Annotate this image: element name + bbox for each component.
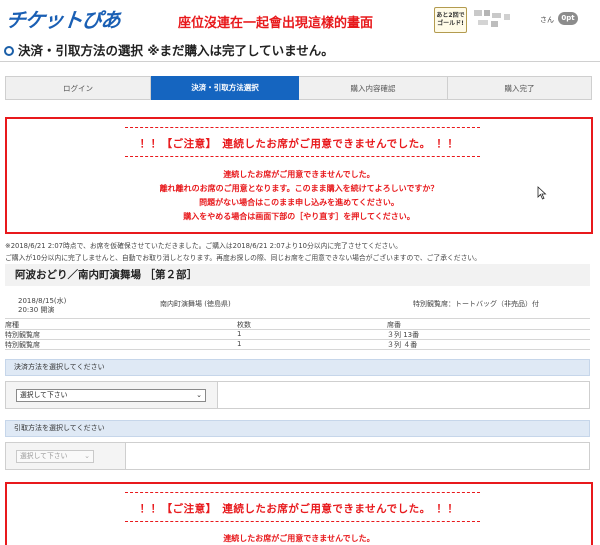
chevron-down-icon: ⌄ [84, 452, 90, 460]
warning-dash-top [125, 492, 480, 493]
step-confirm: 購入内容確認 [299, 76, 447, 100]
step-payment-method: 決済・引取方法選択 [151, 76, 299, 100]
warning-line: 連続したお席がご用意できませんでした。 [223, 534, 375, 543]
payment-method-select[interactable]: 選択して下さい ⌄ [16, 389, 206, 402]
warning-line: 連続したお席がご用意できませんでした。 [223, 170, 375, 179]
gold-button-line-2: ゴールド! [437, 20, 464, 27]
warning-line: 離れ離れのお席のご用意となります。このまま購入を続けてよろしいですか？ [159, 184, 439, 193]
warning-heading: ！！【ご注意】 連続したお席がご用意できませんでした。 ！！ [139, 503, 459, 515]
event-time: 20:30 開演 [18, 306, 55, 314]
table-divider [5, 339, 590, 340]
reservation-notice: ご購入が10分以内に完了しませんと、自動でお取り消しとなります。再度お探しの際、… [5, 254, 481, 262]
table-divider [5, 329, 590, 330]
step-complete: 購入完了 [447, 76, 592, 100]
pickup-select-row: 選択して下さい ⌄ [5, 442, 590, 470]
gold-button-line-1: あと2回で [436, 12, 465, 19]
warning-dash-bottom [125, 521, 480, 522]
username-redacted [474, 8, 520, 32]
warning-heading: ！！【ご注意】 連続したお席がご用意できませんでした。 ！！ [139, 138, 459, 150]
event-venue: 南内町演舞場 (徳島県) [160, 300, 231, 308]
warning-dash-bottom [125, 156, 480, 157]
pickup-method-select[interactable]: 選択して下さい ⌄ [16, 450, 94, 463]
pickup-select-cell: 選択して下さい ⌄ [6, 443, 126, 469]
payment-select-row: 選択して下さい ⌄ [5, 381, 590, 409]
table-divider [5, 349, 590, 350]
seat-warning-box: ！！【ご注意】 連続したお席がご用意できませんでした。 ！！ 連続したお席がご用… [5, 117, 593, 234]
warning-line: 問題がない場合はこのまま申し込みを進めてください。 [199, 198, 399, 207]
reservation-notice: ※2018/6/21 2:07時点で、お席を仮確保させていただきました。ご購入は… [5, 242, 402, 250]
step-login: ログイン [5, 76, 151, 100]
event-benefit: 特別観覧席：トートバッグ（非売品）付 [413, 300, 539, 308]
pickup-section-header: 引取方法を選択してください [5, 420, 590, 437]
title-divider [0, 61, 600, 62]
warning-dash-top [125, 127, 480, 128]
site-header: チケットぴあ 座位沒連在一起會出現這樣的畫面 あと2回で ゴールド! さん 0p… [0, 0, 600, 37]
table-divider [5, 318, 590, 319]
event-title: 阿波おどり／南内町演舞場 ［第２部］ [5, 264, 590, 286]
payment-section-header: 決済方法を選択してください [5, 359, 590, 376]
table-cell: 1 [237, 330, 242, 338]
points-badge[interactable]: 0pt [558, 12, 578, 25]
gold-member-button[interactable]: あと2回で ゴールド! [434, 7, 467, 33]
page-title-text: 決済・引取方法の選択 ※まだ購入は完了していません。 [18, 43, 334, 58]
payment-select-value: 選択して下さい [20, 391, 68, 399]
page-title: 決済・引取方法の選択 ※まだ購入は完了していません。 [4, 40, 334, 58]
mouse-cursor-icon [537, 186, 547, 200]
screenshot-annotation: 座位沒連在一起會出現這樣的畫面 [178, 16, 374, 31]
chevron-down-icon: ⌄ [196, 391, 202, 399]
site-logo[interactable]: チケットぴあ [4, 4, 122, 33]
pickup-select-value: 選択して下さい [20, 452, 68, 460]
payment-select-cell: 選択して下さい ⌄ [6, 382, 218, 408]
seat-warning-box-bottom: ！！【ご注意】 連続したお席がご用意できませんでした。 ！！ 連続したお席がご用… [5, 482, 593, 545]
user-suffix: さん [540, 16, 554, 24]
table-cell: 1 [237, 340, 242, 348]
warning-line: 購入をやめる場合は画面下部の［やり直す］を押してください。 [183, 212, 415, 221]
bullet-icon [4, 46, 14, 56]
progress-steps: ログイン 決済・引取方法選択 購入内容確認 購入完了 [5, 76, 592, 100]
